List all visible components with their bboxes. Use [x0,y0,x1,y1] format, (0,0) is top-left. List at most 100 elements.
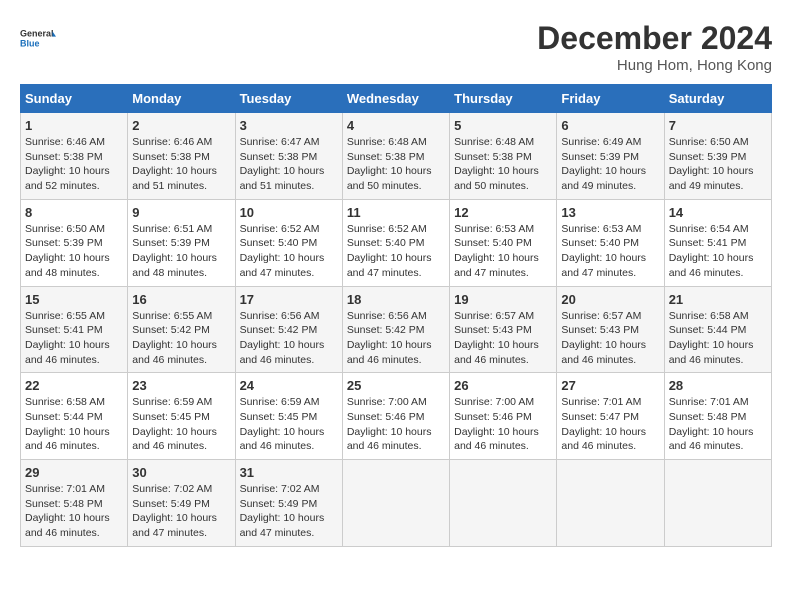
day-number: 7 [669,118,767,133]
day-detail: Sunrise: 6:50 AMSunset: 5:39 PMDaylight:… [669,135,767,194]
month-year-title: December 2024 [537,20,772,57]
day-number: 19 [454,292,552,307]
weekday-header-row: SundayMondayTuesdayWednesdayThursdayFrid… [21,85,772,113]
calendar-cell [450,460,557,547]
day-detail: Sunrise: 6:49 AMSunset: 5:39 PMDaylight:… [561,135,659,194]
calendar-cell: 6 Sunrise: 6:49 AMSunset: 5:39 PMDaylight… [557,113,664,200]
day-number: 2 [132,118,230,133]
day-number: 6 [561,118,659,133]
day-detail: Sunrise: 7:01 AMSunset: 5:47 PMDaylight:… [561,395,659,454]
logo-svg: General Blue [20,20,56,56]
header-monday: Monday [128,85,235,113]
calendar-cell: 15 Sunrise: 6:55 AMSunset: 5:41 PMDayligh… [21,286,128,373]
day-number: 20 [561,292,659,307]
day-number: 4 [347,118,445,133]
calendar-cell: 16 Sunrise: 6:55 AMSunset: 5:42 PMDayligh… [128,286,235,373]
day-detail: Sunrise: 6:53 AMSunset: 5:40 PMDaylight:… [454,222,552,281]
day-detail: Sunrise: 6:56 AMSunset: 5:42 PMDaylight:… [240,309,338,368]
location-subtitle: Hung Hom, Hong Kong [537,57,772,74]
calendar-cell: 1Sunrise: 6:46 AMSunset: 5:38 PMDaylight… [21,113,128,200]
day-number: 17 [240,292,338,307]
calendar-cell [557,460,664,547]
day-detail: Sunrise: 7:01 AMSunset: 5:48 PMDaylight:… [669,395,767,454]
calendar-cell: 14Sunrise: 6:54 AMSunset: 5:41 PMDayligh… [664,199,771,286]
day-detail: Sunrise: 7:00 AMSunset: 5:46 PMDaylight:… [454,395,552,454]
calendar-cell: 13Sunrise: 6:53 AMSunset: 5:40 PMDayligh… [557,199,664,286]
page-header: General Blue December 2024 Hung Hom, Hon… [20,20,772,74]
day-number: 1 [25,118,123,133]
calendar-cell: 4 Sunrise: 6:48 AMSunset: 5:38 PMDaylight… [342,113,449,200]
calendar-cell: 30 Sunrise: 7:02 AMSunset: 5:49 PMDayligh… [128,460,235,547]
day-number: 18 [347,292,445,307]
day-detail: Sunrise: 7:02 AMSunset: 5:49 PMDaylight:… [240,482,338,541]
day-detail: Sunrise: 7:01 AMSunset: 5:48 PMDaylight:… [25,482,123,541]
header-thursday: Thursday [450,85,557,113]
day-number: 10 [240,205,338,220]
day-number: 21 [669,292,767,307]
day-number: 14 [669,205,767,220]
day-detail: Sunrise: 6:59 AMSunset: 5:45 PMDaylight:… [132,395,230,454]
day-number: 15 [25,292,123,307]
calendar-cell: 25 Sunrise: 7:00 AMSunset: 5:46 PMDayligh… [342,373,449,460]
day-detail: Sunrise: 6:53 AMSunset: 5:40 PMDaylight:… [561,222,659,281]
day-number: 16 [132,292,230,307]
calendar-cell: 17 Sunrise: 6:56 AMSunset: 5:42 PMDayligh… [235,286,342,373]
calendar-week-row: 22Sunrise: 6:58 AMSunset: 5:44 PMDayligh… [21,373,772,460]
calendar-cell: 11 Sunrise: 6:52 AMSunset: 5:40 PMDayligh… [342,199,449,286]
day-detail: Sunrise: 6:51 AMSunset: 5:39 PMDaylight:… [132,222,230,281]
day-detail: Sunrise: 6:55 AMSunset: 5:41 PMDaylight:… [25,309,123,368]
day-detail: Sunrise: 6:50 AMSunset: 5:39 PMDaylight:… [25,222,123,281]
day-detail: Sunrise: 6:52 AMSunset: 5:40 PMDaylight:… [240,222,338,281]
day-detail: Sunrise: 6:52 AMSunset: 5:40 PMDaylight:… [347,222,445,281]
day-number: 9 [132,205,230,220]
day-number: 30 [132,465,230,480]
day-number: 27 [561,378,659,393]
calendar-week-row: 8 Sunrise: 6:50 AMSunset: 5:39 PMDaylight… [21,199,772,286]
day-number: 3 [240,118,338,133]
day-number: 8 [25,205,123,220]
day-detail: Sunrise: 7:00 AMSunset: 5:46 PMDaylight:… [347,395,445,454]
header-sunday: Sunday [21,85,128,113]
calendar-cell [664,460,771,547]
day-detail: Sunrise: 6:57 AMSunset: 5:43 PMDaylight:… [454,309,552,368]
logo: General Blue [20,20,56,56]
calendar-cell: 22Sunrise: 6:58 AMSunset: 5:44 PMDayligh… [21,373,128,460]
calendar-table: SundayMondayTuesdayWednesdayThursdayFrid… [20,84,772,547]
day-detail: Sunrise: 6:56 AMSunset: 5:42 PMDaylight:… [347,309,445,368]
day-detail: Sunrise: 6:59 AMSunset: 5:45 PMDaylight:… [240,395,338,454]
calendar-cell: 9 Sunrise: 6:51 AMSunset: 5:39 PMDaylight… [128,199,235,286]
day-detail: Sunrise: 7:02 AMSunset: 5:49 PMDaylight:… [132,482,230,541]
calendar-cell: 27 Sunrise: 7:01 AMSunset: 5:47 PMDayligh… [557,373,664,460]
header-wednesday: Wednesday [342,85,449,113]
day-number: 28 [669,378,767,393]
day-detail: Sunrise: 6:48 AMSunset: 5:38 PMDaylight:… [454,135,552,194]
day-number: 23 [132,378,230,393]
day-detail: Sunrise: 6:57 AMSunset: 5:43 PMDaylight:… [561,309,659,368]
day-number: 11 [347,205,445,220]
calendar-cell: 23 Sunrise: 6:59 AMSunset: 5:45 PMDayligh… [128,373,235,460]
calendar-cell: 12 Sunrise: 6:53 AMSunset: 5:40 PMDayligh… [450,199,557,286]
day-detail: Sunrise: 6:55 AMSunset: 5:42 PMDaylight:… [132,309,230,368]
calendar-cell: 7 Sunrise: 6:50 AMSunset: 5:39 PMDaylight… [664,113,771,200]
calendar-cell: 31 Sunrise: 7:02 AMSunset: 5:49 PMDayligh… [235,460,342,547]
svg-text:General: General [20,29,54,39]
day-number: 25 [347,378,445,393]
day-detail: Sunrise: 6:46 AMSunset: 5:38 PMDaylight:… [132,135,230,194]
calendar-week-row: 15 Sunrise: 6:55 AMSunset: 5:41 PMDayligh… [21,286,772,373]
calendar-cell: 20 Sunrise: 6:57 AMSunset: 5:43 PMDayligh… [557,286,664,373]
day-number: 12 [454,205,552,220]
day-detail: Sunrise: 6:58 AMSunset: 5:44 PMDaylight:… [669,309,767,368]
calendar-week-row: 29Sunrise: 7:01 AMSunset: 5:48 PMDayligh… [21,460,772,547]
calendar-cell: 18 Sunrise: 6:56 AMSunset: 5:42 PMDayligh… [342,286,449,373]
day-detail: Sunrise: 6:48 AMSunset: 5:38 PMDaylight:… [347,135,445,194]
calendar-cell: 8 Sunrise: 6:50 AMSunset: 5:39 PMDaylight… [21,199,128,286]
day-number: 31 [240,465,338,480]
day-detail: Sunrise: 6:58 AMSunset: 5:44 PMDaylight:… [25,395,123,454]
calendar-cell: 21 Sunrise: 6:58 AMSunset: 5:44 PMDayligh… [664,286,771,373]
calendar-cell [342,460,449,547]
day-detail: Sunrise: 6:47 AMSunset: 5:38 PMDaylight:… [240,135,338,194]
header-saturday: Saturday [664,85,771,113]
header-friday: Friday [557,85,664,113]
day-number: 5 [454,118,552,133]
day-number: 24 [240,378,338,393]
